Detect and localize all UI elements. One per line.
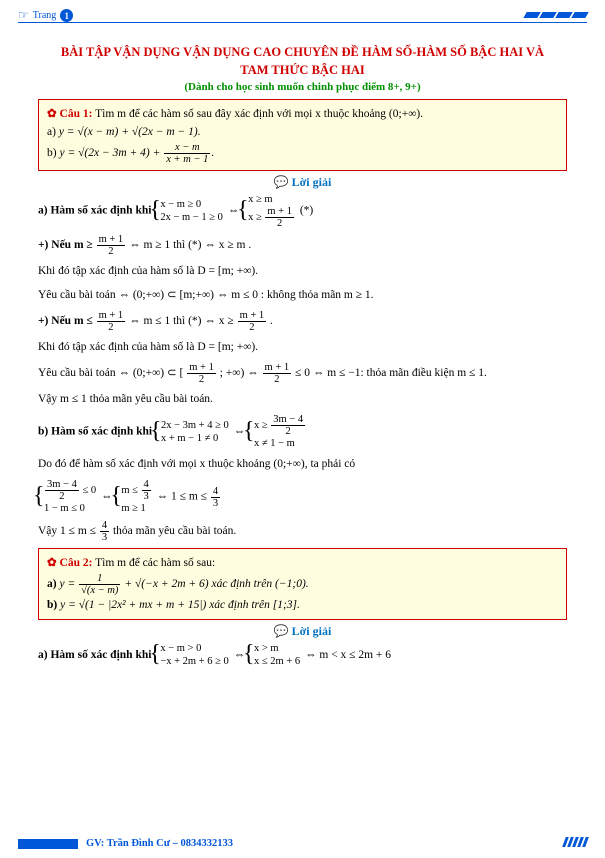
header-right <box>525 10 587 21</box>
title-line1: BÀI TẬP VẬN DỤNG VẬN DỤNG CAO CHUYÊN ĐỀ … <box>61 45 544 59</box>
stripe-icon <box>539 12 556 18</box>
cases: x − m ≥ 0 2x − m − 1 ≥ 0 <box>156 198 223 224</box>
cases: m ≤ 43 m ≥ 1 <box>117 479 151 515</box>
question-box-2: ✿ Câu 2: Tìm m để các hàm số sau: a) y =… <box>38 548 567 620</box>
cases: x > m x ≤ 2m + 6 <box>250 642 300 668</box>
part-label: a) <box>47 578 59 590</box>
cases: x − m > 0 −x + 2m + 6 ≥ 0 <box>156 642 228 668</box>
question-box-1: ✿ Câu 1: Tìm m để các hàm số sau đây xác… <box>38 99 567 171</box>
question-label: ✿ Câu 1: <box>47 108 92 120</box>
page: ☞ Trang 1 BÀI TẬP VẬN DỤNG VẬN DỤNG CAO … <box>0 0 605 858</box>
solution-heading: Lời giải <box>38 624 567 639</box>
stripe-icon <box>523 12 540 18</box>
pointer-icon: ☞ <box>18 8 29 23</box>
page-header: ☞ Trang 1 <box>18 8 587 23</box>
page-number: 1 <box>60 9 73 22</box>
question-text: Tìm m để các hàm số sau đây xác định với… <box>95 108 423 120</box>
question-label: ✿ Câu 2: <box>47 557 92 569</box>
sol-line: Yêu cầu bài toán ⇔ (0;+∞) ⊂ [m;+∞) ⇔ m ≤… <box>38 286 567 305</box>
sol2-a-lead: a) Hàm số xác định khi <box>38 649 154 661</box>
sol-b-lead: b) Hàm số xác định khi <box>38 426 155 438</box>
footer-text: GV: Trần Đình Cư – 0834332133 <box>86 838 233 849</box>
solution-heading: Lời giải <box>38 175 567 190</box>
question-text: Tìm m để các hàm số sau: <box>95 557 215 569</box>
page-footer: GV: Trần Đình Cư – 0834332133 <box>18 837 587 850</box>
sol-line: Do đó để hàm số xác định với mọi x thuộc… <box>38 455 567 474</box>
stripe-icon <box>571 12 588 18</box>
subtitle: (Dành cho học sinh muốn chinh phục điểm … <box>38 81 567 93</box>
sol-a-lead: a) Hàm số xác định khi <box>38 205 154 217</box>
part-label: b) <box>47 147 59 159</box>
sol-line: Khi đó tập xác định của hàm số là D = [m… <box>38 262 567 281</box>
part-b-pre: y = √(2x − 3m + 4) + <box>59 147 163 159</box>
solution-1: a) Hàm số xác định khi x − m ≥ 0 2x − m … <box>38 193 567 543</box>
sol-plus2: +) Nếu m ≤ <box>38 315 96 327</box>
solution-2: a) Hàm số xác định khi x − m > 0 −x + 2m… <box>38 642 567 668</box>
sol-line: Khi đó tập xác định của hàm số là D = [m… <box>38 338 567 357</box>
part-label: b) <box>47 599 60 611</box>
sol-line: Vậy m ≤ 1 thỏa mãn yêu cầu bài toán. <box>38 390 567 409</box>
cases: x ≥ m x ≥ m + 12 <box>244 193 295 229</box>
part-label: a) <box>47 126 59 138</box>
header-left: ☞ Trang 1 <box>18 8 73 23</box>
cases: 3m − 42 ≤ 0 1 − m ≤ 0 <box>40 479 96 515</box>
title-line2: TAM THỨC BẬC HAI <box>240 63 364 77</box>
sol-plus1: +) Nếu m ≥ <box>38 239 96 251</box>
cases: 2x − 3m + 4 ≥ 0 x + m − 1 ≠ 0 <box>157 419 229 445</box>
fraction: x − m x + m − 1 <box>164 142 210 165</box>
part-a-expr: y = √(x − m) + √(2x − m − 1). <box>59 126 201 138</box>
header-rule <box>18 22 587 23</box>
fraction: 1 √(x − m) <box>79 573 120 596</box>
stripe-icon <box>555 12 572 18</box>
title: BÀI TẬP VẬN DỤNG VẬN DỤNG CAO CHUYÊN ĐỀ … <box>38 44 567 79</box>
cases: x ≥ 3m − 42 x ≠ 1 − m <box>250 414 306 450</box>
page-label: Trang <box>33 10 57 21</box>
footer-bar-icon <box>18 839 78 849</box>
